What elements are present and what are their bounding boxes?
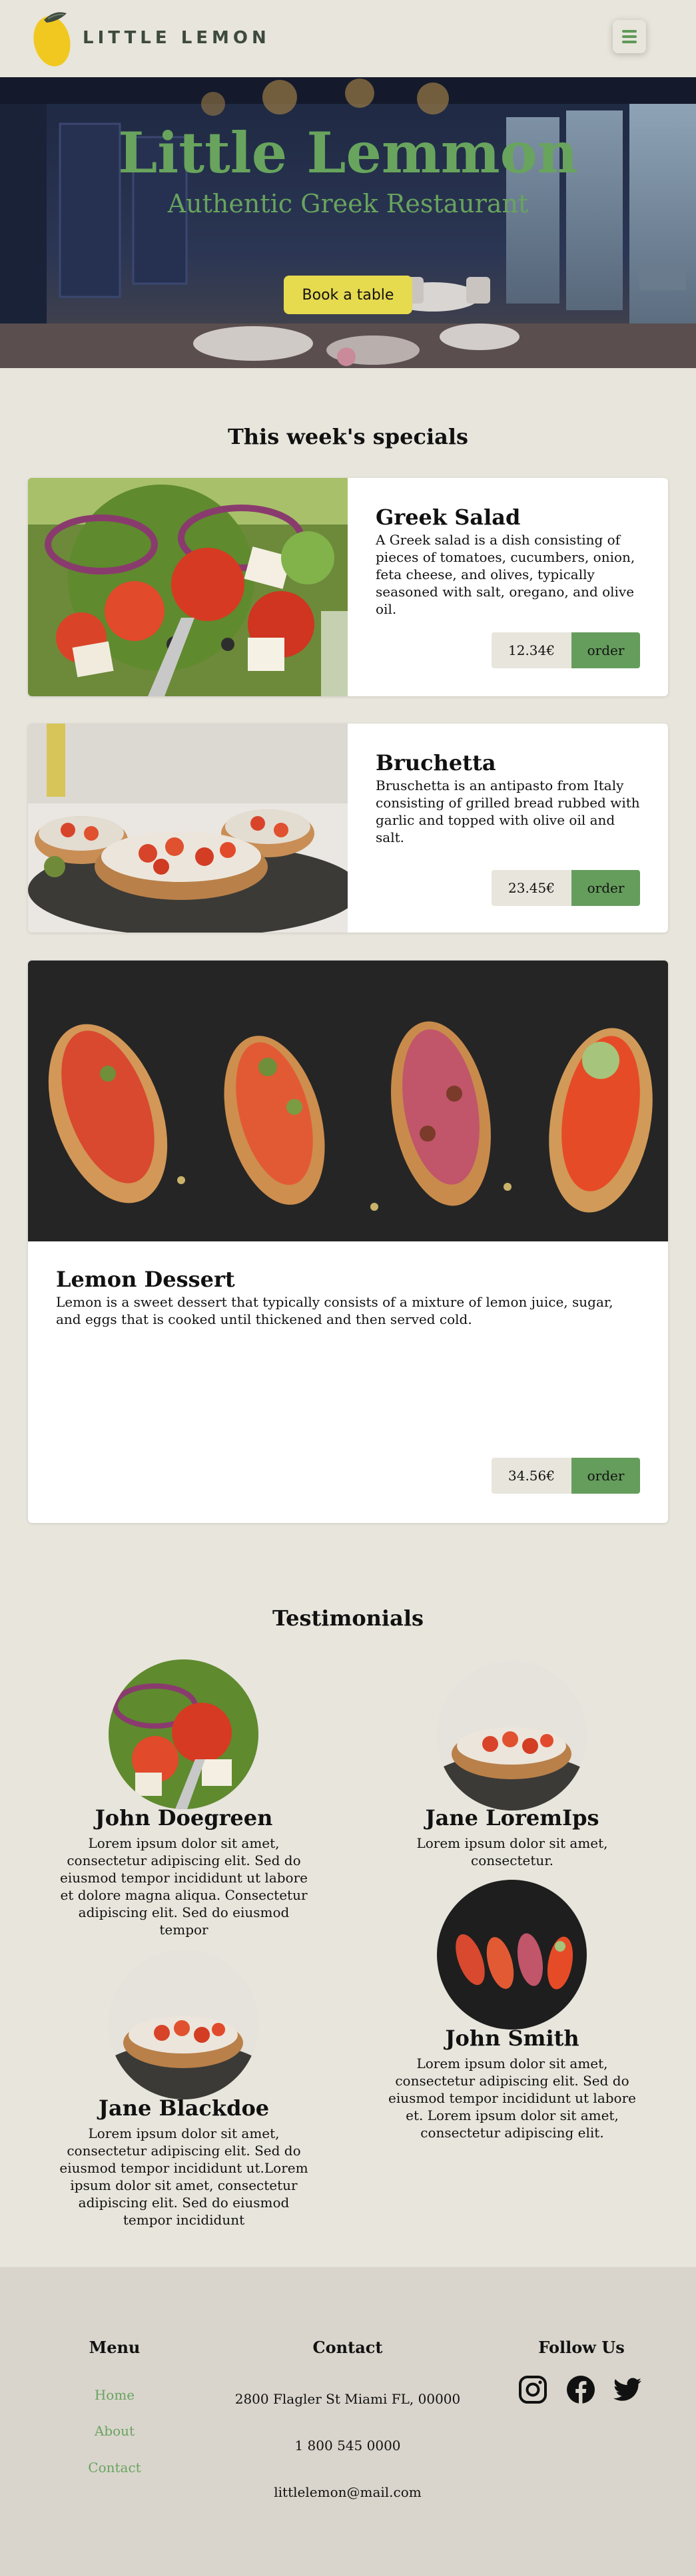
hero-title: Little Lemmon — [118, 120, 578, 186]
bruchetta-image — [28, 724, 348, 933]
testimonial-name: Jane Blackdoe — [98, 2095, 270, 2121]
hero-banner: Little Lemmon Authentic Greek Restaurant… — [0, 77, 696, 368]
specials-heading: This week's specials — [227, 424, 469, 449]
footer-address: 2800 Flagler St Miami FL, 00000 — [234, 2391, 461, 2407]
special-title: Bruchetta — [376, 750, 496, 775]
avatar — [109, 1950, 258, 2099]
special-card-bruchetta: Bruchetta Bruschetta is an antipasto fro… — [28, 724, 668, 933]
lemon-logo-icon — [33, 12, 71, 67]
testimonial-text: Lorem ipsum dolor sit amet, consectetur … — [59, 1835, 308, 1938]
special-card-greek-salad: Greek Salad A Greek salad is a dish cons… — [28, 478, 668, 696]
footer-link-home[interactable]: Home — [28, 2387, 201, 2403]
special-description: Bruschetta is an antipasto from Italy co… — [376, 777, 640, 845]
special-card-lemon-dessert: Lemon Dessert Lemon is a sweet dessert t… — [28, 961, 668, 1523]
footer-link-about[interactable]: About — [28, 2423, 201, 2439]
footer-link-contact[interactable]: Contact — [28, 2460, 201, 2475]
special-title: Lemon Dessert — [56, 1267, 235, 1292]
special-title: Greek Salad — [376, 505, 521, 530]
testimonial-text: Lorem ipsum dolor sit amet, consectetur. — [416, 1835, 608, 1868]
testimonial-name: John Doegreen — [95, 1805, 273, 1830]
testimonials-heading: Testimonials — [272, 1606, 424, 1631]
testimonial-name: Jane LoremIps — [425, 1805, 599, 1830]
order-button[interactable]: order — [571, 632, 640, 668]
hero-subtitle: Authentic Greek Restaurant — [167, 189, 529, 218]
hamburger-icon-line — [622, 30, 637, 33]
testimonial-text: Lorem ipsum dolor sit amet, consectetur … — [59, 2125, 308, 2228]
footer-phone: 1 800 545 0000 — [294, 2438, 401, 2454]
lemon-dessert-image — [28, 961, 668, 1241]
special-price: 12.34€ — [492, 632, 571, 668]
avatar — [109, 1659, 258, 1809]
avatar — [437, 1880, 587, 2030]
order-button[interactable]: order — [571, 870, 640, 906]
book-table-button[interactable]: Book a table — [284, 276, 412, 314]
hamburger-icon-line — [622, 35, 637, 38]
special-price: 34.56€ — [492, 1458, 571, 1494]
footer-email: littlelemon@mail.com — [274, 2484, 422, 2500]
hamburger-menu-button[interactable] — [613, 20, 646, 53]
footer-contact-heading: Contact — [312, 2338, 383, 2357]
special-description: A Greek salad is a dish consisting of pi… — [376, 532, 635, 617]
avatar — [437, 1661, 587, 1811]
greek-salad-image — [28, 478, 348, 696]
testimonial-text: Lorem ipsum dolor sit amet, consectetur … — [388, 2055, 636, 2141]
special-description: Lemon is a sweet dessert that typically … — [56, 1294, 613, 1327]
logo-text: LITTLE LEMON — [83, 28, 270, 48]
site-footer: Menu Home About Contact Contact 2800 Fla… — [0, 2267, 696, 2576]
order-button[interactable]: order — [571, 1458, 640, 1494]
site-header: LITTLE LEMON — [0, 0, 696, 77]
testimonial-name: John Smith — [445, 2026, 579, 2051]
facebook-icon[interactable] — [565, 2374, 597, 2406]
footer-follow-heading: Follow Us — [538, 2338, 625, 2357]
footer-menu-heading: Menu — [89, 2338, 141, 2357]
instagram-icon[interactable] — [517, 2374, 549, 2406]
twitter-icon[interactable] — [611, 2374, 643, 2406]
hamburger-icon-line — [622, 41, 637, 43]
special-price: 23.45€ — [492, 870, 571, 906]
